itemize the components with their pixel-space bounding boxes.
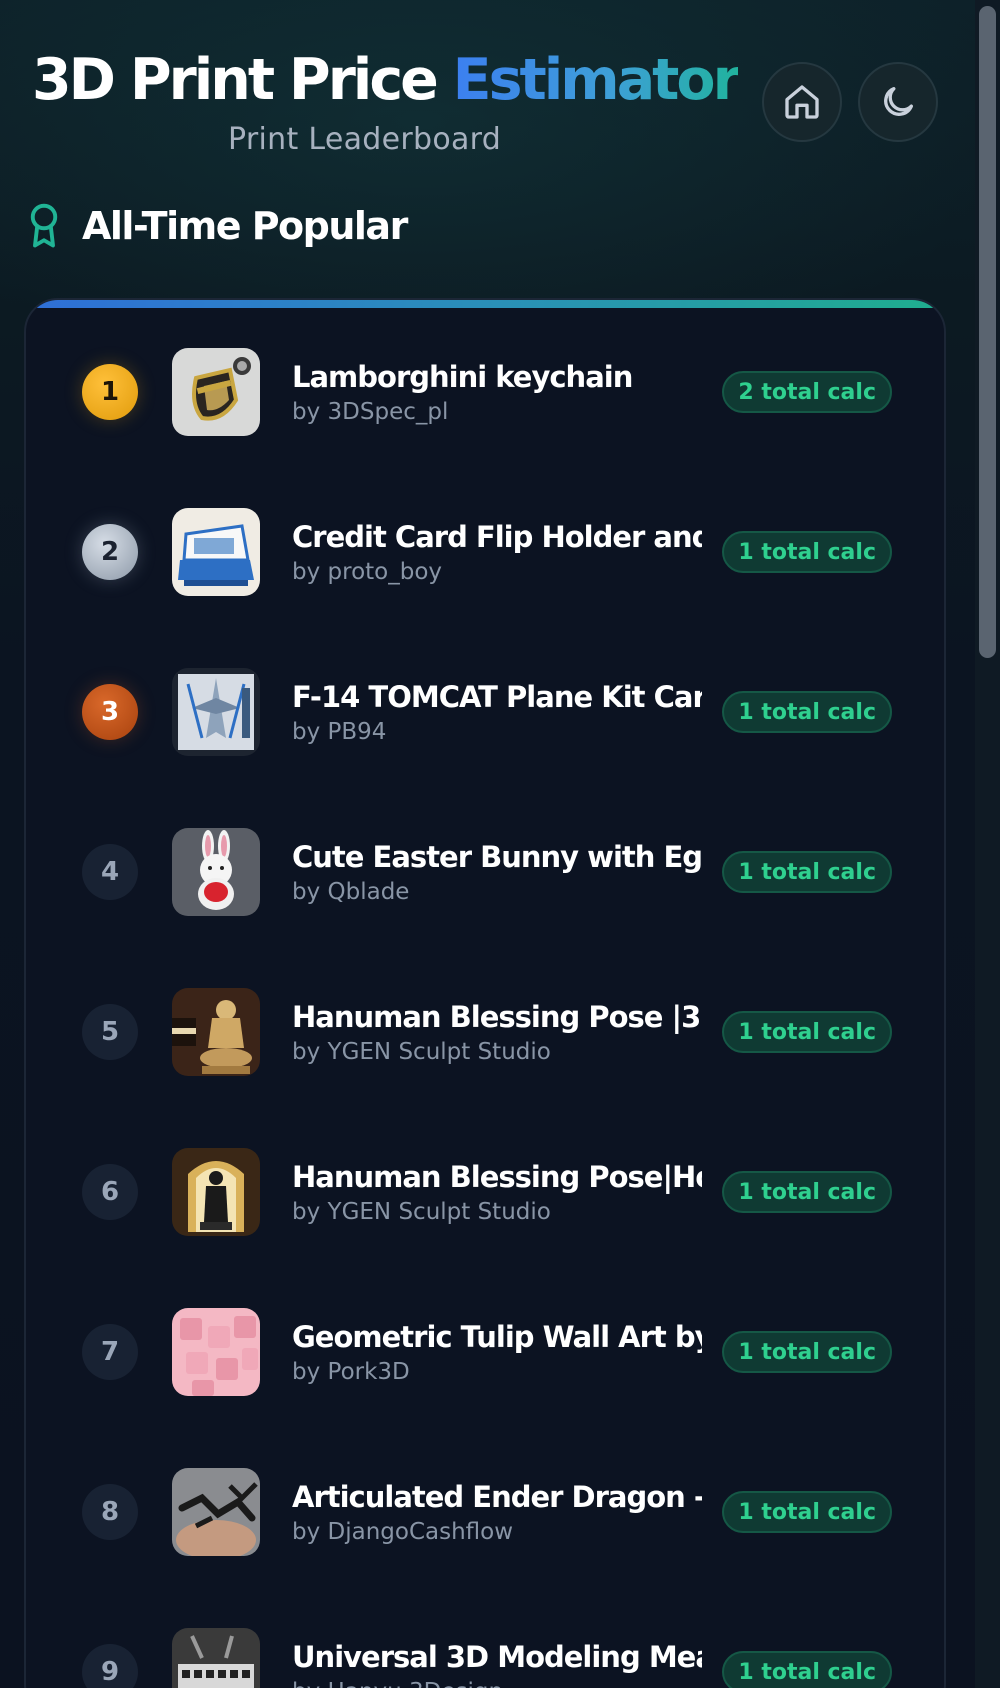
model-name: Articulated Ender Dragon - ... (292, 1480, 702, 1514)
calc-count-badge: 2 total calc (722, 371, 892, 413)
leaderboard-row[interactable]: 2 Credit Card Flip Holder and ... by pro… (26, 491, 944, 611)
leaderboard-row[interactable]: 3 F-14 TOMCAT Plane Kit Card by PB94 1 t… (26, 651, 944, 771)
calc-count-badge: 1 total calc (722, 851, 892, 893)
leaderboard-row[interactable]: 5 Hanuman Blessing Pose |3D ... by YGEN … (26, 971, 944, 1091)
rank-badge: 3 (82, 684, 138, 740)
model-name: Hanuman Blessing Pose|Ho... (292, 1160, 702, 1194)
model-author: by DjangoCashflow (292, 1519, 514, 1545)
model-name: Credit Card Flip Holder and ... (292, 520, 702, 554)
award-icon (30, 203, 58, 248)
model-name: Cute Easter Bunny with Egg ... (292, 840, 702, 874)
leaderboard-card: 1 Lamborghini keychain by 3DSpec_pl 2 to… (24, 298, 946, 1688)
home-button[interactable] (762, 62, 842, 142)
model-thumbnail (172, 1148, 260, 1236)
calc-count-badge: 1 total calc (722, 1491, 892, 1533)
calc-count-badge: 1 total calc (722, 691, 892, 733)
model-author: by Hanyu 3Design (292, 1677, 702, 1688)
leaderboard-row[interactable]: 6 Hanuman Blessing Pose|Ho... by YGEN Sc… (26, 1131, 944, 1251)
leaderboard-row[interactable]: 7 Geometric Tulip Wall Art by ... by Por… (26, 1291, 944, 1411)
theme-toggle-button[interactable] (858, 62, 938, 142)
model-name: F-14 TOMCAT Plane Kit Card (292, 680, 702, 714)
model-author: by YGEN Sculpt Studio (292, 1039, 551, 1065)
calc-count-badge: 1 total calc (722, 1331, 892, 1373)
page: 3D Print Price Estimator Print Leaderboa… (0, 0, 975, 1688)
model-thumbnail (172, 1468, 260, 1556)
model-author: by Pork3D (292, 1359, 410, 1385)
app-title-main: 3D Print Price (32, 47, 439, 113)
page-subtitle: Print Leaderboard (228, 122, 502, 157)
model-thumbnail (172, 508, 260, 596)
model-thumbnail (172, 1628, 260, 1688)
app-title: 3D Print Price Estimator (32, 42, 741, 118)
rank-badge: 1 (82, 364, 138, 420)
model-author: by proto_boy (292, 559, 443, 585)
model-author: by PB94 (292, 719, 387, 745)
leaderboard-row[interactable]: 8 Articulated Ender Dragon - ... by Djan… (26, 1451, 944, 1571)
rank-badge: 7 (82, 1324, 138, 1380)
rank-badge: 6 (82, 1164, 138, 1220)
model-thumbnail (172, 348, 260, 436)
calc-count-badge: 1 total calc (722, 1171, 892, 1213)
model-name: Hanuman Blessing Pose |3D ... (292, 1000, 702, 1034)
calc-count-badge: 1 total calc (722, 1651, 892, 1688)
rank-badge: 8 (82, 1484, 138, 1540)
section-title: All-Time Popular (82, 204, 408, 248)
header: 3D Print Price Estimator Print Leaderboa… (0, 0, 975, 170)
model-thumbnail (172, 1308, 260, 1396)
card-accent-bar (26, 300, 944, 308)
rank-badge: 2 (82, 524, 138, 580)
home-icon (785, 85, 819, 119)
model-name: Universal 3D Modeling Meas... (292, 1640, 702, 1674)
model-name: Geometric Tulip Wall Art by ... (292, 1320, 702, 1354)
app-title-accent: Estimator (452, 47, 741, 113)
scrollbar-thumb[interactable] (979, 6, 996, 658)
section-header: All-Time Popular (26, 198, 408, 254)
rank-badge: 4 (82, 844, 138, 900)
leaderboard-row[interactable]: 4 Cute Easter Bunny with Egg ... by Qbla… (26, 811, 944, 931)
model-thumbnail (172, 668, 260, 756)
leaderboard-row[interactable]: 9 Universal 3D Modeling Meas... by Hanyu… (26, 1611, 944, 1688)
leaderboard-row[interactable]: 1 Lamborghini keychain by 3DSpec_pl 2 to… (26, 331, 944, 451)
model-author: by 3DSpec_pl (292, 399, 449, 425)
scrollbar[interactable] (975, 0, 1000, 1688)
rank-badge: 5 (82, 1004, 138, 1060)
moon-icon (884, 87, 913, 116)
rank-badge: 9 (82, 1644, 138, 1688)
calc-count-badge: 1 total calc (722, 531, 892, 573)
model-author: by YGEN Sculpt Studio (292, 1199, 551, 1225)
model-thumbnail (172, 828, 260, 916)
model-thumbnail (172, 988, 260, 1076)
model-author: by Qblade (292, 879, 410, 905)
calc-count-badge: 1 total calc (722, 1011, 892, 1053)
model-name: Lamborghini keychain (292, 360, 633, 394)
